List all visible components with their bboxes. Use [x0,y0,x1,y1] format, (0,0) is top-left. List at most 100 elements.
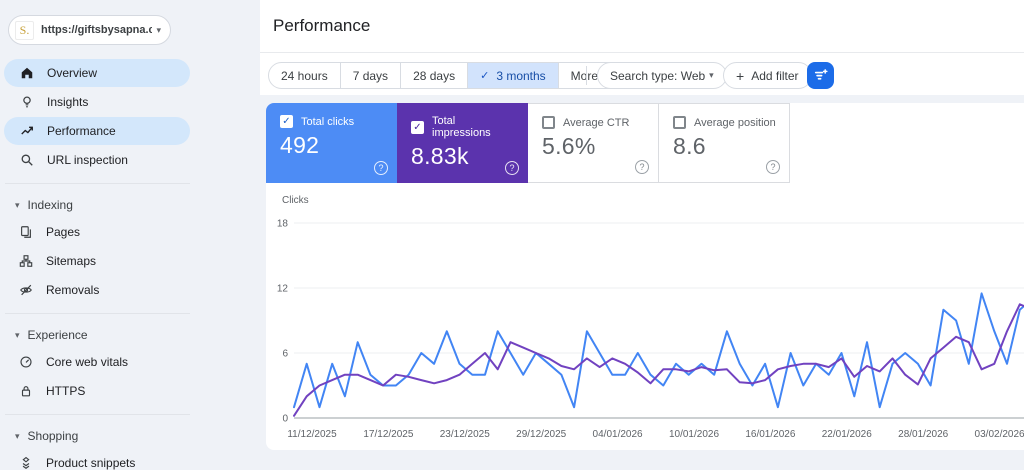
checkbox-unchecked-icon[interactable] [542,116,555,129]
metric-value: 8.83k [411,143,469,169]
sidebar-item-sitemaps[interactable]: Sitemaps [0,246,260,275]
home-icon [19,66,34,81]
sidebar-section-experience[interactable]: ▾ Experience [0,323,260,347]
sidebar-section-indexing[interactable]: ▾ Indexing [0,193,260,217]
checkbox-checked-icon[interactable]: ✓ [411,120,424,134]
sidebar-item-insights[interactable]: Insights [4,88,190,116]
clicks-chart-svg[interactable]: 18 12 6 0 Clicks 11/12/2025 17/12/2025 23/12/20… [266,183,1024,450]
metric-total-clicks[interactable]: ✓ Total clicks 492 ? [266,103,397,183]
visibility-off-icon [18,282,33,297]
svg-text:29/12/2025: 29/12/2025 [516,429,566,440]
sidebar-section-shopping[interactable]: ▾ Shopping [0,424,260,448]
svg-text:12: 12 [277,284,289,295]
range-7-days[interactable]: 7 days [341,63,402,88]
svg-text:11/12/2025: 11/12/2025 [287,429,337,440]
add-filter-button[interactable]: + Add filter [723,62,812,89]
chevron-down-icon: ▾ [15,199,20,210]
svg-text:18: 18 [277,219,289,230]
metric-label: Total impressions [432,115,491,139]
svg-text:16/01/2026: 16/01/2026 [745,429,795,440]
plus-icon: + [736,67,745,84]
metric-average-ctr[interactable]: Average CTR 5.6% ? [528,103,659,183]
chevron-down-icon: ▾ [156,24,161,35]
metric-total-impressions[interactable]: ✓ Total impressions 8.83k ? [397,103,528,183]
metric-label: Average position [694,116,776,129]
performance-card: ✓ Total clicks 492 ? ✓ Total impressions… [266,103,1024,450]
property-url: https://giftsbysapna.co... [41,24,153,36]
help-icon[interactable]: ? [766,160,780,174]
sidebar-item-performance[interactable]: Performance [4,117,190,145]
sitemap-icon [18,253,33,268]
filter-toolbar: 24 hours 7 days 28 days ✓ 3 months More … [260,62,1024,89]
svg-text:22/01/2026: 22/01/2026 [822,429,872,440]
add-filter-label: Add filter [751,68,799,83]
metric-tiles: ✓ Total clicks 492 ? ✓ Total impressions… [266,103,790,183]
sidebar-item-removals[interactable]: Removals [0,275,260,304]
page-title: Performance [273,16,371,35]
svg-text:10/01/2026: 10/01/2026 [669,429,719,440]
help-icon[interactable]: ? [635,160,649,174]
help-icon[interactable]: ? [505,161,519,175]
sidebar-divider [5,183,190,184]
tune-icon [813,67,828,85]
range-3-months[interactable]: ✓ 3 months [468,63,559,88]
metric-label: Average CTR [563,116,630,129]
sidebar-item-core-web-vitals[interactable]: Core web vitals [0,347,260,376]
sidebar-item-label: Performance [47,124,116,138]
sidebar: S. https://giftsbysapna.co... ▾ Overview… [0,0,260,470]
svg-text:Clicks: Clicks [282,195,309,206]
sidebar-item-product-snippets[interactable]: Product snippets [0,448,260,470]
property-selector[interactable]: S. https://giftsbysapna.co... ▾ [8,15,171,45]
svg-text:0: 0 [282,414,288,425]
sidebar-item-overview[interactable]: Overview [4,59,190,87]
metric-average-position[interactable]: Average position 8.6 ? [659,103,790,183]
checkbox-checked-icon[interactable]: ✓ [280,115,293,128]
tune-filter-button[interactable] [807,62,834,89]
sidebar-item-label: Core web vitals [46,354,129,369]
property-logo: S. [15,20,34,40]
svg-text:23/12/2025: 23/12/2025 [440,429,490,440]
help-icon[interactable]: ? [374,161,388,175]
range-24-hours[interactable]: 24 hours [269,63,341,88]
range-label: 3 months [496,68,546,83]
search-type-label: Search type: Web [610,68,706,83]
lock-icon [18,383,33,398]
main-header: Performance 24 hours 7 days 28 days ✓ 3 … [260,0,1024,95]
sidebar-item-label: Sitemaps [46,253,97,268]
sidebar-divider [5,414,190,415]
chevron-down-icon: ▾ [15,329,20,340]
header-divider [260,52,1024,53]
svg-text:03/02/2026: 03/02/2026 [975,429,1024,440]
layers-icon [18,455,33,470]
sidebar-item-pages[interactable]: Pages [0,217,260,246]
lightbulb-icon [19,95,34,110]
section-label: Shopping [27,429,79,443]
range-28-days[interactable]: 28 days [401,63,469,88]
metric-value: 5.6% [542,133,596,159]
speedometer-icon [18,354,33,369]
date-range-control: 24 hours 7 days 28 days ✓ 3 months More … [268,62,623,89]
sidebar-item-url-inspection[interactable]: URL inspection [4,146,190,174]
chevron-down-icon: ▾ [709,70,714,80]
svg-text:28/01/2026: 28/01/2026 [898,429,948,440]
sidebar-item-label: Overview [47,66,98,80]
sidebar-item-label: Product snippets [46,455,136,470]
section-label: Indexing [27,198,73,212]
sidebar-item-label: Removals [46,282,100,297]
check-icon: ✓ [480,70,490,82]
clicks-chart[interactable]: 18 12 6 0 Clicks 11/12/2025 17/12/2025 23/12/20… [266,183,1024,450]
trending-up-icon [19,124,34,139]
sidebar-item-https[interactable]: HTTPS [0,376,260,405]
metric-value: 492 [280,132,320,158]
metric-label: Total clicks [301,115,355,128]
svg-text:6: 6 [282,349,288,360]
search-icon [19,153,34,168]
sidebar-item-label: Insights [47,95,89,109]
sidebar-item-label: HTTPS [46,383,86,398]
sidebar-divider [5,313,190,314]
sidebar-item-label: Pages [46,224,81,239]
more-label: More [570,68,599,83]
svg-text:04/01/2026: 04/01/2026 [593,429,643,440]
search-type-dropdown[interactable]: Search type: Web ▾ [597,62,727,89]
checkbox-unchecked-icon[interactable] [673,116,686,129]
